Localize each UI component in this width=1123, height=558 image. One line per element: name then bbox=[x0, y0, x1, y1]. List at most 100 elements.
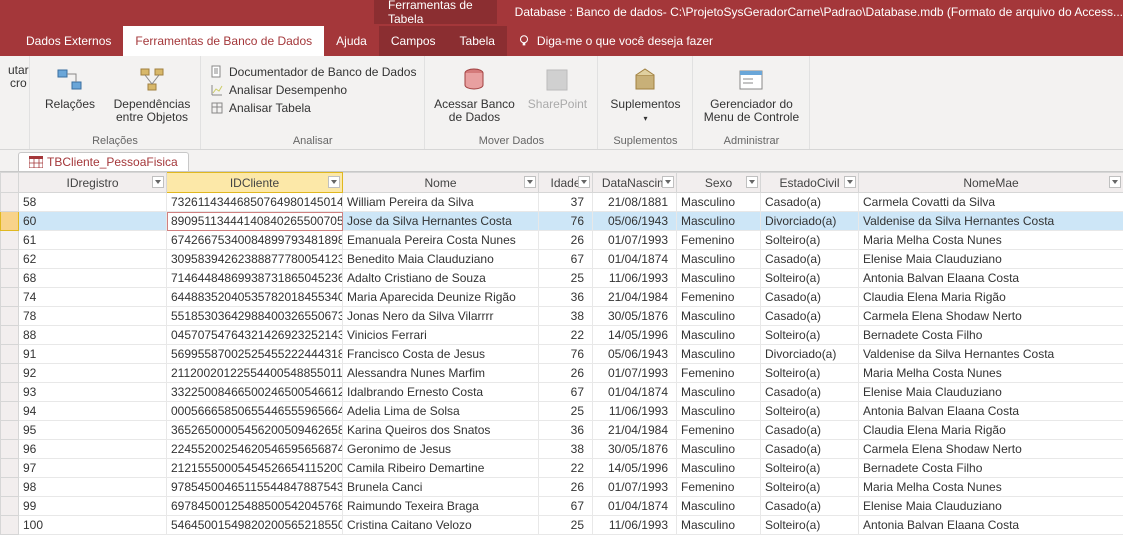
table-row[interactable]: 616742667534008489979348189876Emanuala P… bbox=[1, 231, 1123, 250]
cell-sexo[interactable]: Masculino bbox=[677, 440, 761, 459]
cell-idade[interactable]: 76 bbox=[539, 345, 593, 364]
cell-datanascim[interactable]: 01/04/1874 bbox=[593, 250, 677, 269]
row-selector[interactable] bbox=[1, 269, 19, 288]
tell-me-search[interactable]: Diga-me o que você deseja fazer bbox=[507, 26, 723, 56]
cell-nome[interactable]: Jose da Silva Hernantes Costa bbox=[343, 212, 539, 231]
cell-datanascim[interactable]: 14/05/1996 bbox=[593, 459, 677, 478]
cell-datanascim[interactable]: 05/06/1943 bbox=[593, 345, 677, 364]
cell-nome[interactable]: Maria Aparecida Deunize Rigão bbox=[343, 288, 539, 307]
cell-idregistro[interactable]: 68 bbox=[19, 269, 167, 288]
cell-nome[interactable]: Benedito Maia Clauduziano bbox=[343, 250, 539, 269]
row-selector[interactable] bbox=[1, 345, 19, 364]
cell-idcliente[interactable]: 3652650000545620050946265809 bbox=[167, 421, 343, 440]
cell-nomemae[interactable]: Carmela Covatti da Silva bbox=[859, 193, 1123, 212]
cell-estadocivil[interactable]: Solteiro(a) bbox=[761, 402, 859, 421]
relacoes-button[interactable]: Relações bbox=[38, 60, 102, 111]
cell-idregistro[interactable]: 88 bbox=[19, 326, 167, 345]
dependencias-button[interactable]: Dependências entre Objetos bbox=[112, 60, 192, 124]
cell-datanascim[interactable]: 30/05/1876 bbox=[593, 440, 677, 459]
cell-idcliente[interactable]: 8909511344414084026550070562 bbox=[167, 212, 343, 231]
cell-idade[interactable]: 25 bbox=[539, 269, 593, 288]
run-macro-button[interactable]: utar cro bbox=[8, 60, 29, 90]
cell-datanascim[interactable]: 30/05/1876 bbox=[593, 307, 677, 326]
cell-idregistro[interactable]: 99 bbox=[19, 497, 167, 516]
col-idcliente[interactable]: IDCliente bbox=[167, 173, 343, 193]
dropdown-icon[interactable] bbox=[1109, 176, 1121, 188]
row-selector[interactable] bbox=[1, 193, 19, 212]
cell-idregistro[interactable]: 62 bbox=[19, 250, 167, 269]
cell-idcliente[interactable]: 2245520025462054659565687430 bbox=[167, 440, 343, 459]
cell-sexo[interactable]: Masculino bbox=[677, 402, 761, 421]
table-row[interactable]: 915699558700252545522244431860Francisco … bbox=[1, 345, 1123, 364]
cell-idcliente[interactable]: 0457075476432142692325214378 bbox=[167, 326, 343, 345]
sharepoint-button[interactable]: SharePoint bbox=[525, 60, 589, 111]
cell-idcliente[interactable]: 5518530364298840032655067390 bbox=[167, 307, 343, 326]
cell-estadocivil[interactable]: Solteiro(a) bbox=[761, 516, 859, 535]
dropdown-icon[interactable] bbox=[662, 176, 674, 188]
cell-nomemae[interactable]: Bernadete Costa Filho bbox=[859, 326, 1123, 345]
cell-idade[interactable]: 22 bbox=[539, 326, 593, 345]
cell-nome[interactable]: Emanuala Pereira Costa Nunes bbox=[343, 231, 539, 250]
row-selector[interactable] bbox=[1, 497, 19, 516]
dropdown-icon[interactable] bbox=[152, 176, 164, 188]
col-datanascim[interactable]: DataNascim bbox=[593, 173, 677, 193]
cell-idade[interactable]: 26 bbox=[539, 364, 593, 383]
cell-sexo[interactable]: Masculino bbox=[677, 516, 761, 535]
cell-estadocivil[interactable]: Casado(a) bbox=[761, 193, 859, 212]
desempenho-button[interactable]: Analisar Desempenho bbox=[209, 82, 416, 98]
cell-datanascim[interactable]: 01/07/1993 bbox=[593, 364, 677, 383]
cell-estadocivil[interactable]: Casado(a) bbox=[761, 288, 859, 307]
tab-dados-externos[interactable]: Dados Externos bbox=[14, 26, 123, 56]
cell-idcliente[interactable]: 9785450046511554484788754321 bbox=[167, 478, 343, 497]
cell-nome[interactable]: Adelia Lima de Solsa bbox=[343, 402, 539, 421]
col-idregistro[interactable]: IDregistro bbox=[19, 173, 167, 193]
table-row[interactable]: 972121555000545452665411520098Camila Rib… bbox=[1, 459, 1123, 478]
cell-nomemae[interactable]: Valdenise da Silva Hernantes Costa bbox=[859, 345, 1123, 364]
cell-idade[interactable]: 22 bbox=[539, 459, 593, 478]
access-database-button[interactable]: Acessar Banco de Dados bbox=[433, 60, 515, 124]
cell-sexo[interactable]: Femenino bbox=[677, 421, 761, 440]
cell-nome[interactable]: Cristina Caitano Velozo bbox=[343, 516, 539, 535]
cell-sexo[interactable]: Masculino bbox=[677, 269, 761, 288]
cell-idregistro[interactable]: 58 bbox=[19, 193, 167, 212]
row-selector[interactable] bbox=[1, 421, 19, 440]
cell-nome[interactable]: Geronimo de Jesus bbox=[343, 440, 539, 459]
cell-nomemae[interactable]: Elenise Maia Clauduziano bbox=[859, 383, 1123, 402]
row-selector[interactable] bbox=[1, 383, 19, 402]
cell-idcliente[interactable]: 6742667534008489979348189876 bbox=[167, 231, 343, 250]
table-row[interactable]: 587326114344685076498014501452William Pe… bbox=[1, 193, 1123, 212]
cell-nomemae[interactable]: Valdenise da Silva Hernantes Costa bbox=[859, 212, 1123, 231]
cell-sexo[interactable]: Masculino bbox=[677, 326, 761, 345]
table-row[interactable]: 1005464500154982020056521855090Cristina … bbox=[1, 516, 1123, 535]
cell-datanascim[interactable]: 01/04/1874 bbox=[593, 497, 677, 516]
cell-idregistro[interactable]: 92 bbox=[19, 364, 167, 383]
cell-nomemae[interactable]: Claudia Elena Maria Rigão bbox=[859, 288, 1123, 307]
row-selector[interactable] bbox=[1, 440, 19, 459]
suplementos-button[interactable]: Suplementos▾ bbox=[606, 60, 684, 124]
cell-nomemae[interactable]: Carmela Elena Shodaw Nerto bbox=[859, 440, 1123, 459]
cell-estadocivil[interactable]: Casado(a) bbox=[761, 250, 859, 269]
tab-campos[interactable]: Campos bbox=[379, 26, 448, 56]
dropdown-icon[interactable] bbox=[524, 176, 536, 188]
table-row[interactable]: 996978450012548850054204576853Raimundo T… bbox=[1, 497, 1123, 516]
documentador-button[interactable]: Documentador de Banco de Dados bbox=[209, 64, 416, 80]
gerenciador-menu-button[interactable]: Gerenciador do Menu de Controle bbox=[701, 60, 801, 124]
table-row[interactable]: 623095839426238887778005412398Benedito M… bbox=[1, 250, 1123, 269]
cell-idade[interactable]: 36 bbox=[539, 421, 593, 440]
cell-nome[interactable]: Francisco Costa de Jesus bbox=[343, 345, 539, 364]
cell-nome[interactable]: Jonas Nero da Silva Vilarrrr bbox=[343, 307, 539, 326]
dropdown-icon[interactable] bbox=[578, 176, 590, 188]
table-row[interactable]: 785518530364298840032655067390Jonas Nero… bbox=[1, 307, 1123, 326]
cell-idcliente[interactable]: 0005666585065544655596566456 bbox=[167, 402, 343, 421]
cell-estadocivil[interactable]: Casado(a) bbox=[761, 307, 859, 326]
datasheet-grid[interactable]: IDregistro IDCliente Nome Idade DataNasc… bbox=[0, 172, 1123, 535]
cell-nome[interactable]: Camila Ribeiro Demartine bbox=[343, 459, 539, 478]
cell-idcliente[interactable]: 3095839426238887778005412398 bbox=[167, 250, 343, 269]
cell-sexo[interactable]: Femenino bbox=[677, 231, 761, 250]
cell-nome[interactable]: Karina Queiros dos Snatos bbox=[343, 421, 539, 440]
cell-nome[interactable]: Adalto Cristiano de Souza bbox=[343, 269, 539, 288]
cell-sexo[interactable]: Masculino bbox=[677, 497, 761, 516]
cell-estadocivil[interactable]: Solteiro(a) bbox=[761, 326, 859, 345]
cell-idcliente[interactable]: 5699558700252545522244431860 bbox=[167, 345, 343, 364]
cell-idcliente[interactable]: 5464500154982020056521855090 bbox=[167, 516, 343, 535]
